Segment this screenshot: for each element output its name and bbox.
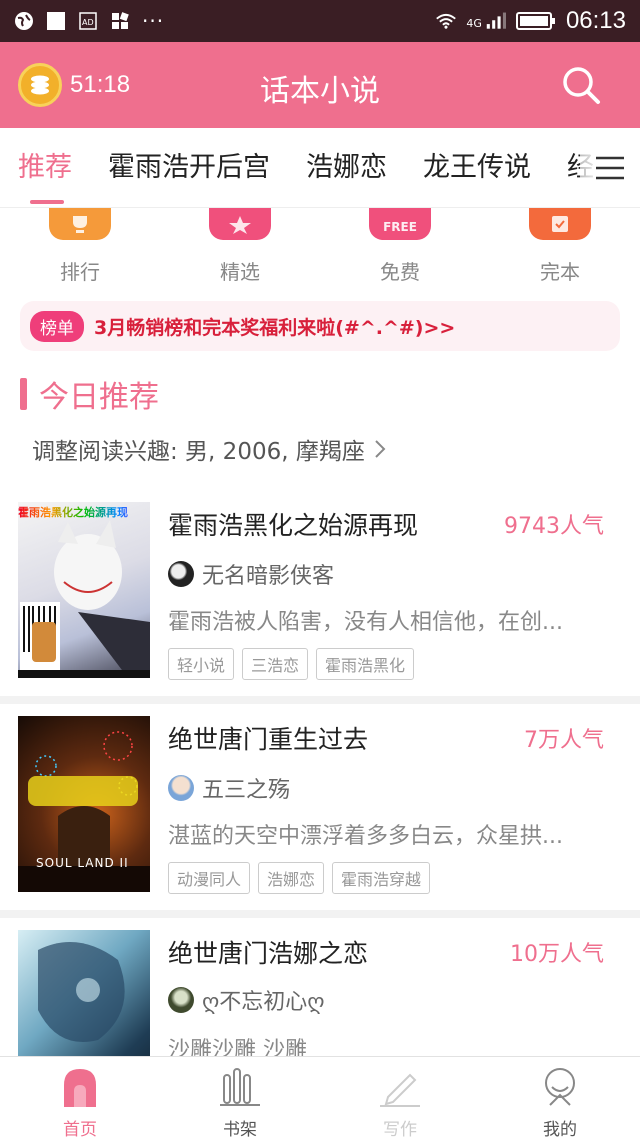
book-description: 湛蓝的天空中漂浮着多多白云，众星拱...	[168, 824, 563, 849]
tab-menu-button[interactable]	[580, 128, 640, 207]
profile-icon	[540, 1067, 580, 1107]
apps-icon	[110, 11, 130, 31]
check-icon	[529, 208, 591, 240]
avatar	[168, 775, 194, 801]
category-tabs: 推荐 霍雨浩开后宫 浩娜恋 龙王传说 经	[0, 128, 640, 208]
notice-badge: 榜单	[30, 310, 84, 342]
book-popularity: 7万人气	[524, 728, 604, 753]
section-header: 今日推荐	[20, 372, 159, 416]
quick-label: 精选	[220, 260, 260, 284]
pen-icon	[380, 1067, 420, 1107]
notice-text: 3月畅销榜和完本奖福利来啦(#^.^#)>>	[94, 316, 456, 339]
quick-free[interactable]: FREE 免费	[320, 208, 480, 288]
book-tag[interactable]: 轻小说	[168, 648, 235, 680]
ranking-notice[interactable]: 榜单 3月畅销榜和完本奖福利来啦(#^.^#)>>	[20, 301, 620, 351]
book-card[interactable]: 霍雨浩黑化之始源再现 霍雨浩黑化之始源再现 9743人气 无名暗影侠客 霍雨浩被…	[0, 490, 640, 696]
notification-square-icon	[46, 11, 66, 31]
book-tag[interactable]: 动漫同人	[168, 862, 251, 894]
divider	[0, 910, 640, 918]
book-description: 沙雕沙雕 沙雕	[168, 1038, 307, 1056]
tab-haona-romance[interactable]: 浩娜恋	[288, 128, 405, 207]
book-tag[interactable]: 霍雨浩穿越	[332, 862, 431, 894]
quick-entries: 排行 精选 FREE 免费 完本	[0, 208, 640, 288]
clock: 06:13	[565, 7, 626, 34]
svg-text:AD: AD	[82, 18, 94, 27]
book-author[interactable]: 五三之殇	[168, 772, 290, 804]
book-cover: SOUL LAND II	[18, 716, 150, 892]
network-type: 4G	[466, 17, 482, 30]
author-name: 无名暗影侠客	[202, 564, 335, 589]
section-accent-bar	[20, 378, 27, 410]
bookshelf-icon	[220, 1067, 260, 1107]
tab-recommend[interactable]: 推荐	[0, 128, 90, 207]
star-icon	[209, 208, 271, 240]
nav-label: 首页	[63, 1120, 97, 1138]
author-name: 五三之殇	[202, 778, 291, 803]
book-description: 霍雨浩被人陷害，没有人相信他，在创...	[168, 610, 563, 635]
book-cover	[18, 930, 150, 1056]
chevron-right-icon	[375, 440, 386, 458]
nav-label: 书架	[223, 1120, 257, 1138]
book-author[interactable]: 无名暗影侠客	[168, 558, 334, 590]
book-tag[interactable]: 霍雨浩黑化	[316, 648, 415, 680]
book-title: 绝世唐门重生过去	[168, 725, 369, 754]
quick-completed[interactable]: 完本	[480, 208, 640, 288]
nav-profile[interactable]: 我的	[480, 1057, 640, 1138]
book-popularity: 9743人气	[504, 514, 604, 539]
globe-icon	[14, 11, 34, 31]
wifi-icon	[436, 11, 457, 31]
free-icon: FREE	[369, 208, 431, 240]
nav-bookshelf[interactable]: 书架	[160, 1057, 320, 1138]
quick-label: 完本	[540, 260, 580, 284]
book-tags: 动漫同人 浩娜恋 霍雨浩穿越	[168, 862, 431, 894]
menu-icon	[596, 156, 624, 180]
book-title: 霍雨浩黑化之始源再现	[168, 511, 419, 540]
quick-label: 排行	[60, 260, 100, 284]
avatar	[168, 561, 194, 587]
book-tags: 轻小说 三浩恋 霍雨浩黑化	[168, 648, 415, 680]
nav-write[interactable]: 写作	[320, 1057, 480, 1138]
nav-home[interactable]: 首页	[0, 1057, 160, 1138]
battery-icon	[515, 11, 556, 31]
book-card[interactable]: 绝世唐门浩娜之恋 10万人气 ღ不忘初心ღ 沙雕沙雕 沙雕	[0, 918, 640, 1056]
book-author[interactable]: ღ不忘初心ღ	[168, 984, 325, 1016]
author-name: ღ不忘初心ღ	[202, 990, 325, 1015]
book-cover: 霍雨浩黑化之始源再现	[18, 502, 150, 678]
page-title: 话本小说	[260, 74, 380, 109]
avatar	[168, 987, 194, 1013]
book-tag[interactable]: 三浩恋	[242, 648, 309, 680]
cover-title: SOUL LAND II	[36, 856, 129, 870]
trophy-icon	[49, 208, 111, 240]
book-popularity: 10万人气	[510, 942, 604, 967]
more-notifications-icon: ···	[142, 9, 165, 33]
nav-label: 写作	[383, 1120, 417, 1138]
search-icon	[563, 67, 600, 104]
free-badge: FREE	[383, 220, 417, 234]
book-card[interactable]: SOUL LAND II 绝世唐门重生过去 7万人气 五三之殇 湛蓝的天空中漂浮…	[0, 704, 640, 910]
quick-label: 免费	[380, 260, 420, 284]
ad-icon: AD	[78, 11, 98, 31]
tab-huoyuhao-harem[interactable]: 霍雨浩开后宫	[90, 128, 288, 207]
book-title: 绝世唐门浩娜之恋	[168, 939, 369, 968]
divider	[0, 696, 640, 704]
adjust-interest-link[interactable]: 调整阅读兴趣: 男, 2006, 摩羯座	[32, 432, 387, 466]
bottom-navigation: 首页 书架 写作 我的	[0, 1056, 640, 1138]
nav-label: 我的	[543, 1120, 577, 1138]
home-icon	[60, 1067, 100, 1107]
interest-text: 调整阅读兴趣: 男, 2006, 摩羯座	[32, 439, 365, 465]
signal-icon	[486, 11, 506, 31]
search-button[interactable]	[560, 64, 602, 106]
quick-featured[interactable]: 精选	[160, 208, 320, 288]
tab-dragon-king[interactable]: 龙王传说	[405, 128, 549, 207]
quick-ranking[interactable]: 排行	[0, 208, 160, 288]
status-bar: AD ··· 4G 06:13	[0, 0, 640, 42]
section-title: 今日推荐	[39, 380, 159, 415]
app-header: 51:18 话本小说	[0, 42, 640, 128]
book-tag[interactable]: 浩娜恋	[258, 862, 325, 894]
